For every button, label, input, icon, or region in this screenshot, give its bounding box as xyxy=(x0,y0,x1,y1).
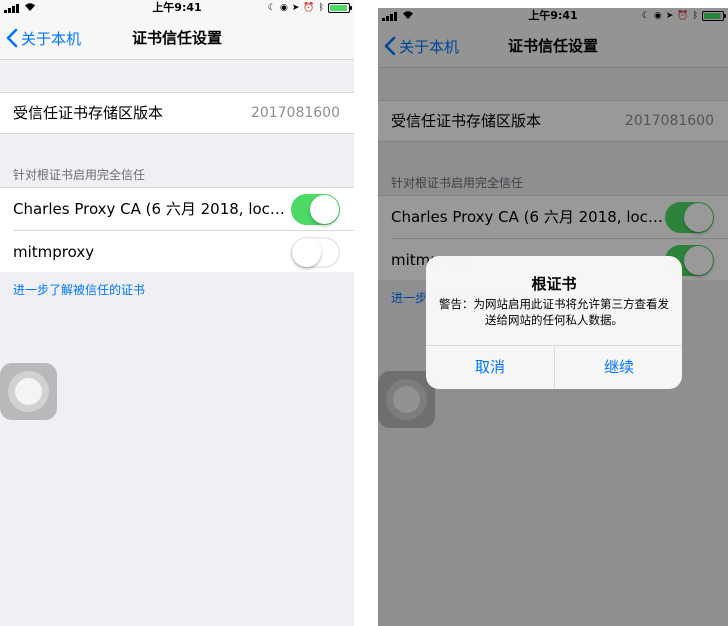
certificate-list: Charles Proxy CA (6 六月 2018, local... mi… xyxy=(0,187,354,272)
alert-message: 警告：为网站启用此证书将允许第三方查看发送给网站的任何私人数据。 xyxy=(439,297,669,327)
toggle-trust-charles[interactable] xyxy=(291,194,340,225)
alarm-icon: ⏰ xyxy=(303,3,315,13)
location-icon: ➤ xyxy=(291,3,300,13)
settings-screen: 上午9:41 ☾ ◉ ➤ ⏰ ᛒ 关于本机 证书信任设置 受信任证书存储区版本 … xyxy=(0,0,354,626)
alert-title: 根证书 xyxy=(531,275,577,293)
continue-button[interactable]: 继续 xyxy=(555,346,682,389)
battery-icon xyxy=(328,3,352,13)
assistive-touch-button[interactable] xyxy=(0,363,57,420)
moon-icon: ☾ xyxy=(267,3,276,13)
trust-store-value: 2017081600 xyxy=(250,105,340,121)
learn-more-link[interactable]: 进一步了解被信任的证书 xyxy=(13,281,145,298)
back-button[interactable]: 关于本机 xyxy=(6,16,81,60)
trust-store-version-row: 受信任证书存储区版本 2017081600 xyxy=(0,92,354,134)
navigation-bar: 关于本机 证书信任设置 xyxy=(0,16,354,60)
root-certificate-alert: 根证书 警告：为网站启用此证书将允许第三方查看发送给网站的任何私人数据。 取消 … xyxy=(426,256,682,389)
certificate-name-mitmproxy: mitmproxy xyxy=(13,243,95,261)
chevron-left-icon xyxy=(6,28,18,48)
back-label: 关于本机 xyxy=(21,29,82,48)
section-header: 针对根证书启用完全信任 xyxy=(13,168,146,182)
orientation-lock-icon: ◉ xyxy=(279,3,288,13)
toggle-trust-mitmproxy[interactable] xyxy=(291,237,340,268)
certificate-name-charles: Charles Proxy CA (6 六月 2018, local... xyxy=(13,200,285,218)
settings-screen-with-alert: 上午9:41 ☾ ◉ ➤ ⏰ ᛒ 关于本机 证书信任设置 受信任证书存储区版本 … xyxy=(378,8,728,626)
trust-store-label: 受信任证书存储区版本 xyxy=(13,104,164,122)
status-bar: 上午9:41 ☾ ◉ ➤ ⏰ ᛒ xyxy=(0,0,354,16)
cancel-button[interactable]: 取消 xyxy=(426,346,554,389)
bluetooth-icon: ᛒ xyxy=(318,3,324,13)
